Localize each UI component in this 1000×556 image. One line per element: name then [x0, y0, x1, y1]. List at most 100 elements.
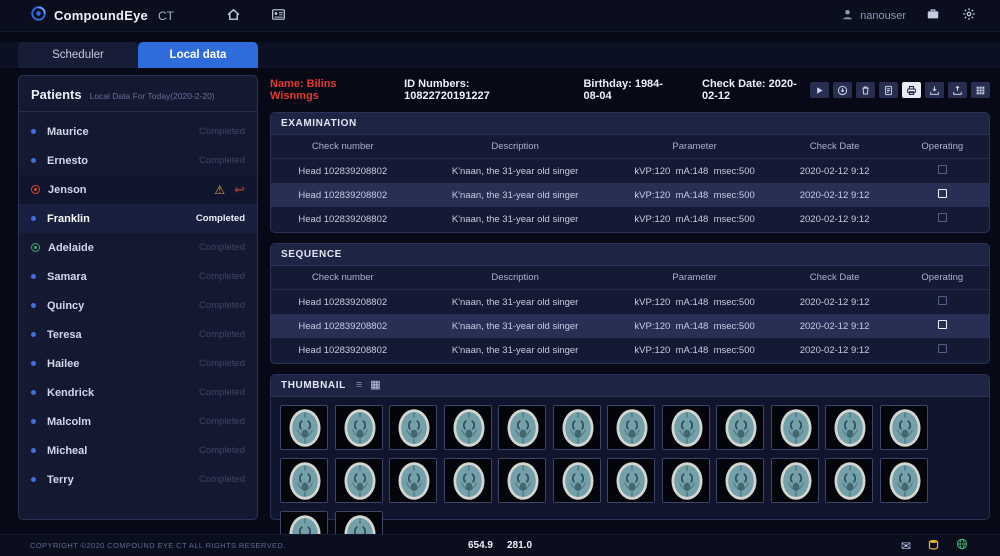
- table-cell: Head 102839208802: [271, 214, 415, 225]
- ct-thumbnail[interactable]: [553, 405, 601, 450]
- patient-info-bar: Name: Bilins Wisnmgs ID Numbers: 1082272…: [270, 75, 990, 105]
- home-icon: [226, 7, 241, 25]
- patient-list-item[interactable]: Maurice ⚠ ↩ Completed: [19, 117, 257, 146]
- study-row[interactable]: Head 102839208802K'naan, the 31-year old…: [271, 290, 989, 314]
- table-cell: K'naan, the 31-year old singer: [415, 297, 616, 308]
- patient-list-item[interactable]: Ernesto ⚠ ↩ Completed: [19, 146, 257, 175]
- ct-thumbnail[interactable]: [389, 458, 437, 503]
- ct-thumbnail[interactable]: [498, 405, 546, 450]
- patient-list-item[interactable]: Micheal ⚠ ↩ Completed: [19, 436, 257, 465]
- ct-thumbnail[interactable]: [607, 405, 655, 450]
- patient-status-bullet: [31, 243, 40, 252]
- examination-title: EXAMINATION: [281, 118, 357, 129]
- patient-list-item[interactable]: Samara ⚠ ↩ Completed: [19, 262, 257, 291]
- ct-thumbnail[interactable]: [280, 458, 328, 503]
- database-icon: [928, 538, 939, 553]
- grid-view-icon[interactable]: ▦: [370, 380, 380, 391]
- study-row[interactable]: Head 102839208802K'naan, the 31-year old…: [271, 314, 989, 338]
- patient-list-item[interactable]: Malcolm ⚠ ↩ Completed: [19, 407, 257, 436]
- thumbnail-section: THUMBNAIL ≡ ▦: [270, 374, 990, 520]
- table-cell: Head 102839208802: [271, 345, 415, 356]
- home-button[interactable]: [224, 5, 243, 27]
- study-row[interactable]: Head 102839208802K'naan, the 31-year old…: [271, 183, 989, 207]
- patient-list-item[interactable]: Teresa ⚠ ↩ Completed: [19, 320, 257, 349]
- ct-thumbnail[interactable]: [825, 458, 873, 503]
- ct-thumbnail[interactable]: [662, 405, 710, 450]
- patient-status-text: Completed: [199, 242, 245, 253]
- ct-thumbnail[interactable]: [335, 458, 383, 503]
- patient-status-text: Completed: [199, 271, 245, 282]
- patient-status-bullet: [31, 419, 36, 424]
- study-row[interactable]: Head 102839208802K'naan, the 31-year old…: [271, 159, 989, 183]
- ct-thumbnail[interactable]: [444, 458, 492, 503]
- patient-status-bullet: [31, 216, 36, 221]
- examination-section-header: EXAMINATION: [271, 113, 989, 135]
- cases-button[interactable]: [924, 5, 942, 26]
- operating-checkbox[interactable]: [938, 320, 947, 329]
- play-button[interactable]: [810, 82, 829, 98]
- patient-status-bullet: [31, 390, 36, 395]
- ct-thumbnail[interactable]: [771, 405, 819, 450]
- ct-thumbnail[interactable]: [553, 458, 601, 503]
- worklist-button[interactable]: [269, 5, 288, 27]
- ct-thumbnail[interactable]: [498, 458, 546, 503]
- delete-button[interactable]: [856, 82, 875, 98]
- study-toolbar: [810, 82, 990, 98]
- table-cell: Head 102839208802: [271, 190, 415, 201]
- patient-name: Terry: [47, 474, 199, 486]
- operating-checkbox[interactable]: [938, 189, 947, 198]
- ct-thumbnail[interactable]: [880, 458, 928, 503]
- user-name: nanouser: [860, 10, 906, 22]
- download-button[interactable]: [833, 82, 852, 98]
- ct-thumbnail[interactable]: [716, 458, 764, 503]
- patient-list-item[interactable]: Jenson ⚠ ↩: [19, 175, 257, 204]
- study-row[interactable]: Head 102839208802K'naan, the 31-year old…: [271, 338, 989, 362]
- patient-list-item[interactable]: Franklin ⚠ ↩ Completed: [19, 204, 257, 233]
- patient-list-item[interactable]: Kendrick ⚠ ↩ Completed: [19, 378, 257, 407]
- patients-subtitle: Local Data For Today(2020-2-20): [90, 91, 215, 101]
- sequence-section-header: SEQUENCE: [271, 244, 989, 266]
- tab-scheduler[interactable]: Scheduler: [18, 42, 138, 68]
- settings-button[interactable]: [960, 5, 978, 26]
- copyright-text: COPYRIGHT ©2020 COMPOUND EYE CT ALL RIGH…: [30, 541, 286, 550]
- network-button[interactable]: [954, 536, 970, 555]
- table-cell: kVP:120 mA:148 msec:500: [616, 190, 774, 201]
- ct-thumbnail[interactable]: [825, 405, 873, 450]
- ct-thumbnail[interactable]: [335, 405, 383, 450]
- user-icon: [841, 8, 854, 24]
- list-view-icon[interactable]: ≡: [356, 380, 362, 391]
- column-header: Check Date: [774, 141, 896, 152]
- operating-checkbox[interactable]: [938, 296, 947, 305]
- gear-icon: [962, 7, 976, 24]
- patient-list-item[interactable]: Terry ⚠ ↩ Completed: [19, 465, 257, 494]
- patient-list-item[interactable]: Quincy ⚠ ↩ Completed: [19, 291, 257, 320]
- grid-view-button[interactable]: [971, 82, 990, 98]
- user-menu[interactable]: nanouser: [841, 8, 906, 24]
- ct-thumbnail[interactable]: [607, 458, 655, 503]
- operating-cell: [896, 320, 989, 332]
- study-row[interactable]: Head 102839208802K'naan, the 31-year old…: [271, 207, 989, 231]
- patient-info-check-date: Check Date: 2020-02-12: [702, 78, 810, 102]
- patient-status-text: Completed: [199, 445, 245, 456]
- patient-list-item[interactable]: Hailee ⚠ ↩ Completed: [19, 349, 257, 378]
- operating-checkbox[interactable]: [938, 344, 947, 353]
- import-button[interactable]: [948, 82, 967, 98]
- ct-thumbnail[interactable]: [771, 458, 819, 503]
- ct-thumbnail[interactable]: [662, 458, 710, 503]
- ct-thumbnail[interactable]: [280, 405, 328, 450]
- report-button[interactable]: [879, 82, 898, 98]
- operating-checkbox[interactable]: [938, 165, 947, 174]
- tab-local-data[interactable]: Local data: [138, 42, 258, 68]
- column-header: Check number: [271, 272, 415, 283]
- patient-list-item[interactable]: Adelaide ⚠ ↩ Completed: [19, 233, 257, 262]
- ct-thumbnail[interactable]: [389, 405, 437, 450]
- export-button[interactable]: [925, 82, 944, 98]
- operating-checkbox[interactable]: [938, 213, 947, 222]
- mail-button[interactable]: ✉: [899, 537, 913, 555]
- ct-thumbnail[interactable]: [444, 405, 492, 450]
- storage-button[interactable]: [926, 536, 941, 555]
- undo-icon[interactable]: ↩: [234, 182, 245, 198]
- ct-thumbnail[interactable]: [716, 405, 764, 450]
- print-button[interactable]: [902, 82, 921, 98]
- ct-thumbnail[interactable]: [880, 405, 928, 450]
